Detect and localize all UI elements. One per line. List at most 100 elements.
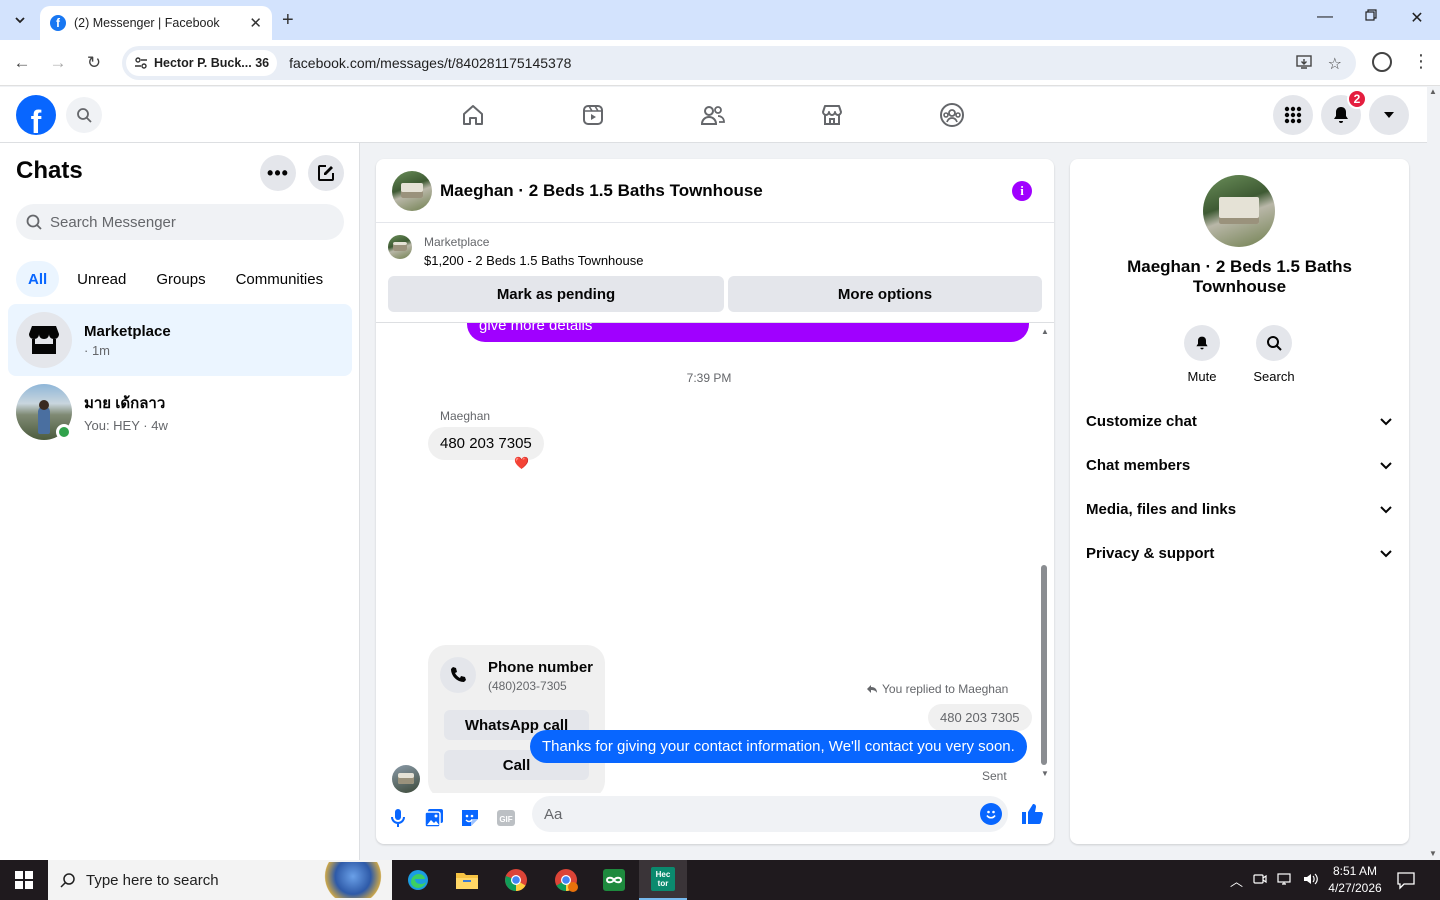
chevron-down-icon — [1380, 418, 1392, 426]
privacy-support-section[interactable]: Privacy & support — [1086, 531, 1393, 575]
chevron-down-icon — [1380, 506, 1392, 514]
messenger-search[interactable] — [16, 204, 344, 240]
groups-nav-icon[interactable] — [938, 101, 966, 129]
taskbar-chrome-profile[interactable] — [542, 860, 590, 900]
clock-time: 8:51 AM — [1332, 864, 1378, 878]
search-icon — [1256, 325, 1292, 361]
taskbar-hector-app[interactable]: Hec tor — [639, 860, 687, 900]
chat-item-mai[interactable]: มาย เด้กลาว You: HEY · 4w — [8, 376, 352, 448]
show-hidden-icons-icon[interactable]: ︿ — [1230, 871, 1243, 890]
marketplace-nav-icon[interactable] — [818, 101, 846, 129]
outgoing-message[interactable]: give more details — [467, 323, 1029, 342]
filter-unread[interactable]: Unread — [65, 261, 138, 297]
message-input-wrapper[interactable] — [532, 796, 1008, 832]
network-icon[interactable] — [1277, 872, 1293, 889]
chat-item-marketplace[interactable]: Marketplace · 1m — [8, 304, 352, 376]
volume-icon[interactable] — [1303, 872, 1319, 889]
emoji-icon[interactable] — [980, 803, 1002, 825]
media-files-links-section[interactable]: Media, files and links — [1086, 487, 1393, 531]
sender-name: Maeghan — [440, 409, 491, 423]
customize-chat-section[interactable]: Customize chat — [1086, 399, 1393, 443]
browser-tab-strip: f (2) Messenger | Facebook ✕ + — ✕ — [0, 0, 1440, 40]
like-thumbs-up-icon[interactable] — [1020, 802, 1044, 826]
filter-communities[interactable]: Communities — [224, 261, 336, 297]
taskbar-green-app[interactable] — [590, 860, 638, 900]
maximize-button[interactable] — [1359, 8, 1383, 26]
profile-avatar[interactable] — [1203, 175, 1275, 247]
filter-groups[interactable]: Groups — [144, 261, 217, 297]
chevron-down-icon — [1380, 462, 1392, 470]
bookmark-star-icon[interactable]: ☆ — [1328, 54, 1342, 75]
home-nav-icon[interactable] — [459, 101, 487, 129]
conversation-title[interactable]: Maeghan · 2 Beds 1.5 Baths Townhouse — [440, 181, 763, 201]
search-messenger-input[interactable] — [50, 213, 330, 231]
heart-reaction[interactable]: ❤️ — [514, 456, 529, 470]
site-info-chip[interactable]: Hector P. Buck... 36 — [126, 50, 278, 76]
sticker-icon[interactable] — [459, 807, 481, 829]
quoted-message[interactable]: 480 203 7305 — [928, 704, 1032, 731]
menu-grid-button[interactable] — [1273, 95, 1313, 135]
scroll-up-arrow[interactable]: ▲ — [1041, 327, 1049, 336]
forward-button[interactable]: → — [48, 53, 68, 73]
conversation-avatar[interactable] — [392, 170, 432, 211]
message-input[interactable] — [532, 796, 952, 832]
minimize-button[interactable]: — — [1313, 8, 1337, 26]
gif-icon[interactable]: GIF — [495, 807, 517, 829]
page-scrollbar[interactable]: ▲ ▼ — [1427, 87, 1440, 860]
clock-date: 4/27/2026 — [1328, 881, 1382, 895]
facebook-top-nav: f 2 — [0, 87, 1440, 143]
browser-menu-icon[interactable]: ⋮ — [1412, 51, 1430, 72]
chats-options-button[interactable]: ••• — [260, 155, 296, 191]
install-app-icon[interactable] — [1295, 54, 1312, 75]
scroll-up-arrow[interactable]: ▲ — [1429, 87, 1437, 96]
tune-icon — [135, 57, 147, 69]
meet-now-icon[interactable] — [1253, 872, 1267, 889]
search-icon — [77, 108, 92, 123]
scroll-down-arrow[interactable]: ▼ — [1041, 769, 1049, 778]
listing-title[interactable]: $1,200 - 2 Beds 1.5 Baths Townhouse — [424, 253, 643, 268]
browser-profile-icon[interactable] — [1372, 52, 1392, 72]
message-text: 480 203 7305 — [440, 435, 532, 452]
photo-icon[interactable] — [423, 807, 445, 829]
back-button[interactable]: ← — [12, 53, 32, 73]
mark-as-pending-button[interactable]: Mark as pending — [388, 276, 724, 312]
chat-members-section[interactable]: Chat members — [1086, 443, 1393, 487]
close-window-button[interactable]: ✕ — [1405, 8, 1429, 28]
facebook-logo[interactable]: f — [16, 95, 56, 135]
mute-action[interactable]: Mute — [1172, 325, 1232, 384]
account-menu-button[interactable] — [1369, 95, 1409, 135]
facebook-search-button[interactable] — [66, 97, 102, 133]
tab-search-menu[interactable] — [8, 8, 32, 32]
taskbar-clock[interactable]: 8:51 AM 4/27/2026 — [1322, 863, 1388, 897]
taskbar-file-explorer[interactable] — [443, 860, 491, 900]
friends-nav-icon[interactable] — [699, 101, 727, 129]
new-message-button[interactable] — [308, 155, 344, 191]
message-scrollbar[interactable] — [1041, 565, 1047, 765]
more-options-button[interactable]: More options — [728, 276, 1042, 312]
info-icon[interactable]: i — [1012, 181, 1032, 201]
omnibox[interactable]: Hector P. Buck... 36 facebook.com/messag… — [122, 46, 1356, 80]
filter-all[interactable]: All — [16, 261, 60, 297]
online-status-dot — [56, 424, 72, 440]
start-button[interactable] — [0, 860, 48, 900]
search-action[interactable]: Search — [1244, 325, 1304, 384]
search-highlight-icon — [320, 862, 386, 898]
microphone-icon[interactable] — [387, 807, 409, 829]
notification-center-icon[interactable] — [1396, 870, 1416, 895]
message-text: give more details — [479, 323, 593, 334]
taskbar-edge[interactable] — [394, 860, 442, 900]
browser-tab-messenger[interactable]: f (2) Messenger | Facebook ✕ — [40, 6, 272, 40]
outgoing-message[interactable]: Thanks for giving your contact informati… — [530, 730, 1027, 763]
sender-avatar[interactable] — [392, 765, 420, 793]
taskbar-search[interactable]: Type here to search — [48, 860, 392, 900]
reload-button[interactable]: ↻ — [84, 53, 104, 73]
taskbar-chrome[interactable] — [492, 860, 540, 900]
video-nav-icon[interactable] — [579, 101, 607, 129]
conversation-panel: Maeghan · 2 Beds 1.5 Baths Townhouse i M… — [376, 159, 1054, 844]
scroll-down-arrow[interactable]: ▼ — [1429, 849, 1437, 858]
close-tab-icon[interactable]: ✕ — [249, 14, 262, 32]
new-tab-button[interactable]: + — [282, 9, 294, 32]
listing-thumbnail[interactable] — [388, 235, 412, 259]
notifications-button[interactable]: 2 — [1321, 89, 1367, 135]
profile-chip-label: Hector P. Buck... 36 — [154, 56, 270, 70]
